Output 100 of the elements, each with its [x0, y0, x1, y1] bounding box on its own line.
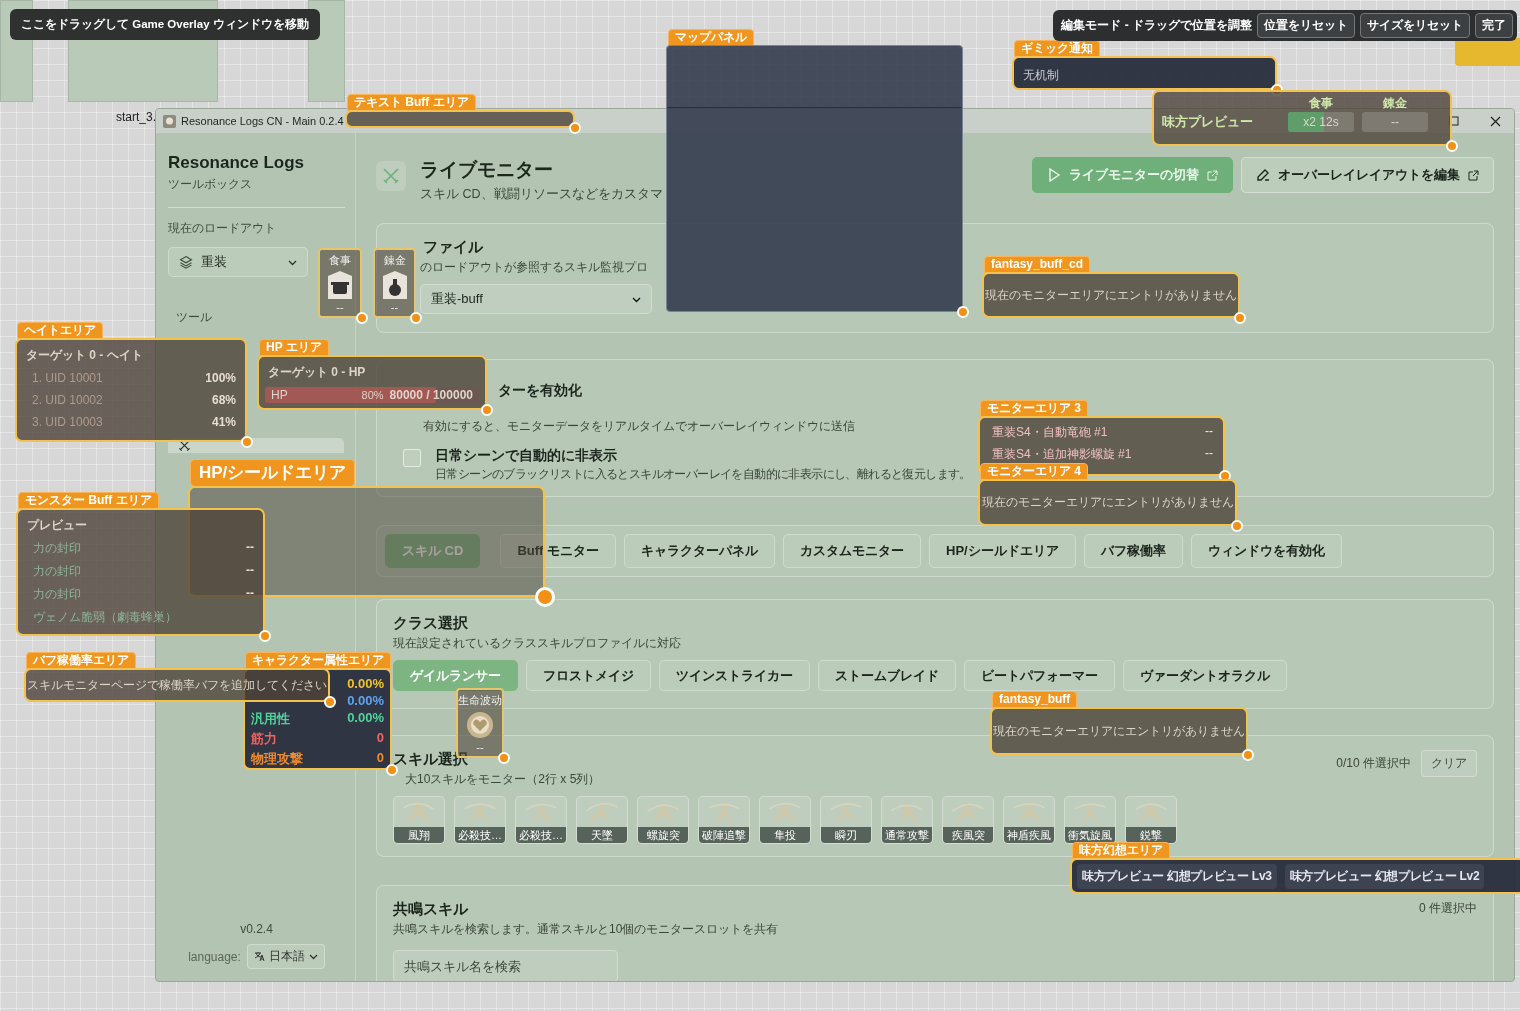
- column-header: 食事: [1308, 95, 1334, 112]
- skill-button[interactable]: 神盾疾風: [1003, 796, 1055, 844]
- drag-tooltip[interactable]: ここをドラッグして Game Overlay ウィンドウを移動: [10, 9, 320, 40]
- section-description: 大10スキルをモニター（2行 x 5列）: [405, 771, 601, 788]
- hate-target: 2. UID 10002: [32, 393, 103, 407]
- section-title: 共鳴スキル: [393, 900, 468, 919]
- setting-title: ターを有効化: [498, 382, 582, 400]
- language-select[interactable]: 日本語: [246, 944, 325, 969]
- skill-button[interactable]: 天墜: [576, 796, 628, 844]
- translate-icon: [253, 951, 265, 962]
- hp-reading: 80000 / 100000: [389, 388, 473, 402]
- toolbar-button[interactable]: 位置をリセット: [1257, 13, 1355, 38]
- swords-icon: [376, 161, 406, 191]
- entry-value: --: [1205, 446, 1213, 462]
- buff-chip: x2 12s: [1288, 112, 1354, 132]
- skill-button[interactable]: 瞬刃: [820, 796, 872, 844]
- section-title: クラス選択: [393, 614, 468, 633]
- slot-label: 錬金: [383, 253, 406, 268]
- loadout-label: 現在のロードアウト: [168, 220, 276, 237]
- attribute-name: 汎用性: [251, 710, 290, 728]
- skill-button[interactable]: 衝気旋風: [1064, 796, 1116, 844]
- skill-button[interactable]: 通常攻撃: [881, 796, 933, 844]
- empty-message: スキルモニターページで稼働率バフを追加してください: [26, 676, 328, 694]
- profile-select[interactable]: 重装-buff: [420, 284, 652, 314]
- empty-message: 現在のモニターエリアにエントリがありません: [992, 722, 1246, 740]
- clear-button[interactable]: クリア: [1421, 750, 1477, 777]
- slot-label: 生命波动: [458, 693, 502, 708]
- class-button[interactable]: フロストメイジ: [526, 660, 651, 691]
- slot-label: 食事: [329, 253, 351, 268]
- caret-icon: [308, 952, 318, 961]
- section-description: 現在設定されているクラススキルプロファイルに対応: [393, 635, 681, 652]
- fantasy-chip: 味方プレビュー 幻想プレビュー Lv3: [1077, 863, 1277, 889]
- tab[interactable]: カスタムモニター: [783, 534, 921, 568]
- column-header: 錬金: [1382, 95, 1408, 112]
- app-name: Resonance Logs: [168, 153, 305, 173]
- skill-button[interactable]: 疾風突: [942, 796, 994, 844]
- version-label: v0.2.4: [240, 922, 273, 936]
- buff-name: 力の封印: [33, 540, 81, 557]
- buff-value: --: [246, 586, 254, 602]
- external-link-icon: [1468, 169, 1479, 181]
- class-button[interactable]: ツインストライカー: [659, 660, 810, 691]
- fantasy-chip: 味方プレビュー 幻想プレビュー Lv2: [1284, 863, 1485, 889]
- slot-value: --: [390, 301, 399, 313]
- attribute-value: 0: [376, 730, 384, 747]
- row-label: 味方プレビュー: [1162, 113, 1254, 131]
- slot-value: --: [336, 301, 344, 313]
- skill-button[interactable]: 破陣追撃: [698, 796, 750, 844]
- entry-value: --: [1205, 424, 1213, 440]
- section-description: のロードアウトが参照するスキル監視プロ: [420, 259, 648, 276]
- toolbar-button[interactable]: 完了: [1475, 13, 1513, 38]
- external-link-icon: [1207, 169, 1218, 181]
- skill-button[interactable]: 必殺技…: [454, 796, 506, 844]
- buff-name: ヴェノム脆弱（劇毒蜂巣）: [33, 609, 177, 626]
- loadout-select[interactable]: 重装: [168, 247, 308, 277]
- tab[interactable]: ウィンドウを有効化: [1190, 534, 1342, 568]
- setting-title: 日常シーンで自動的に非表示: [435, 447, 617, 465]
- app-icon: [163, 114, 176, 128]
- attribute-value: 0.00%: [347, 693, 384, 708]
- hp-percent: 80%: [361, 389, 384, 401]
- hate-percent: 41%: [211, 415, 236, 429]
- edit-layout-button[interactable]: オーバーレイレイアウトを編集: [1241, 157, 1494, 193]
- tab[interactable]: キャラクターパネル: [624, 534, 775, 568]
- skill-button[interactable]: 必殺技…: [515, 796, 567, 844]
- section-label: ツール: [176, 309, 212, 326]
- class-button[interactable]: ヴァーダントオラクル: [1123, 660, 1287, 691]
- skill-button[interactable]: 風翔: [393, 796, 445, 844]
- hate-percent: 68%: [211, 393, 236, 407]
- section-description: 共鳴スキルを検索します。通常スキルと10個のモニタースロットを共有: [393, 921, 779, 938]
- area-tag: HP/シールドエリア: [190, 459, 356, 487]
- language-label: language:: [188, 949, 241, 964]
- tab[interactable]: HP/シールドエリア: [929, 534, 1076, 568]
- buff-name: 力の封印: [33, 586, 81, 603]
- class-button[interactable]: ストームブレイド: [818, 660, 956, 691]
- edit-mode-label: 編集モード - ドラッグで位置を調整: [1061, 17, 1252, 34]
- maximize-icon[interactable]: [1449, 116, 1459, 126]
- panel-title: プレビュー: [26, 517, 88, 534]
- page-title: ライブモニター: [420, 158, 554, 182]
- hate-target: 3. UID 10003: [32, 415, 103, 429]
- skill-button[interactable]: 鋭撃: [1125, 796, 1177, 844]
- close-icon[interactable]: [1490, 115, 1501, 127]
- class-button[interactable]: ビートパフォーマー: [964, 660, 1115, 691]
- panel-title: ターゲット 0 - ヘイト: [25, 347, 144, 364]
- empty-message: 現在のモニターエリアにエントリがありません: [984, 286, 1238, 304]
- buff-value: --: [246, 540, 254, 556]
- window-thumbnail[interactable]: [308, 0, 345, 102]
- toolbar-button[interactable]: サイズをリセット: [1360, 13, 1470, 38]
- entry-name: 重装S4・追加神影螺旋 #1: [992, 446, 1132, 463]
- setting-description: 日常シーンのブラックリストに入るとスキルオーバーレイを自動的に非表示にし、離れると復元します。: [435, 467, 971, 482]
- panel-title: ターゲット 0 - HP: [267, 364, 367, 381]
- skill-button[interactable]: 隼投: [759, 796, 811, 844]
- swords-icon: [178, 439, 191, 452]
- section-title: ファイル: [423, 238, 483, 257]
- tab[interactable]: バフ稼働率: [1083, 534, 1183, 568]
- layers-icon: [179, 255, 193, 269]
- hate-target: 1. UID 10001: [32, 371, 103, 385]
- skill-button[interactable]: 螺旋突: [637, 796, 689, 844]
- attribute-name: 筋力: [251, 730, 277, 748]
- buff-name: 力の封印: [33, 563, 81, 580]
- checkbox[interactable]: [403, 449, 421, 467]
- buff-chip: --: [1362, 112, 1428, 132]
